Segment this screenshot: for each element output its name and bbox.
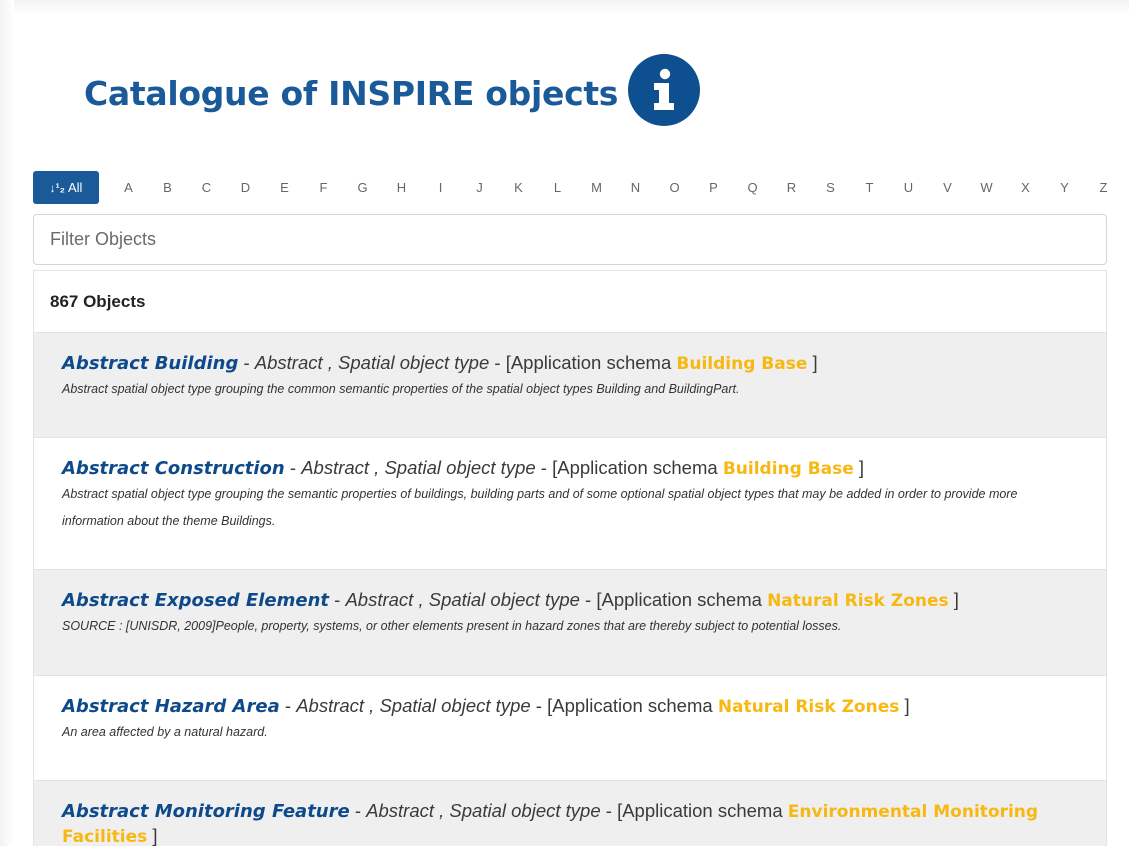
item-heading: Abstract Exposed Element - Abstract , Sp… <box>62 588 1078 613</box>
info-glyph <box>654 68 675 110</box>
item-schema-close: ] <box>899 695 910 716</box>
letter-t[interactable]: T <box>850 180 889 195</box>
results-count: 867 Objects <box>34 271 1106 333</box>
header: Catalogue of INSPIRE objects <box>84 50 701 130</box>
letter-q[interactable]: Q <box>733 180 772 195</box>
results-list: 867 Objects Abstract Building - Abstract… <box>33 270 1107 846</box>
sort-icon: ↓¹₂ <box>49 180 65 195</box>
item-schema-name[interactable]: Natural Risk Zones <box>767 591 949 611</box>
letter-p[interactable]: P <box>694 180 733 195</box>
item-separator: - <box>284 457 302 478</box>
item-schema-prefix: - [Application schema <box>535 457 723 478</box>
item-name-link[interactable]: Abstract Exposed Element <box>62 590 329 611</box>
item-schema-name[interactable]: Building Base <box>723 459 854 479</box>
filter-objects-input[interactable] <box>33 214 1107 265</box>
item-schema-prefix: - [Application schema <box>600 800 788 821</box>
item-separator: - <box>329 589 346 610</box>
item-separator: - <box>238 352 255 373</box>
letter-x[interactable]: X <box>1006 180 1045 195</box>
letter-list: ABCDEFGHIJKLMNOPQRSTUVWXYZ <box>109 180 1123 195</box>
letter-f[interactable]: F <box>304 180 343 195</box>
letter-a[interactable]: A <box>109 180 148 195</box>
item-type: Abstract , Spatial object type <box>296 695 531 716</box>
filter-container <box>33 214 1107 265</box>
item-schema-name[interactable]: Natural Risk Zones <box>718 697 900 717</box>
item-type: Abstract , Spatial object type <box>366 800 601 821</box>
item-description: SOURCE : [UNISDR, 2009]People, property,… <box>62 619 842 633</box>
top-shadow <box>0 0 1129 14</box>
letter-w[interactable]: W <box>967 180 1006 195</box>
letter-l[interactable]: L <box>538 180 577 195</box>
item-schema-name[interactable]: Building Base <box>676 354 807 374</box>
list-item: Abstract Construction - Abstract , Spati… <box>34 438 1106 570</box>
letter-h[interactable]: H <box>382 180 421 195</box>
letter-m[interactable]: M <box>577 180 616 195</box>
item-schema-close: ] <box>807 352 818 373</box>
item-type: Abstract , Spatial object type <box>345 589 580 610</box>
item-heading: Abstract Building - Abstract , Spatial o… <box>62 351 1078 376</box>
letter-b[interactable]: B <box>148 180 187 195</box>
left-shadow <box>0 0 14 846</box>
item-schema-prefix: - [Application schema <box>489 352 677 373</box>
list-item: Abstract Exposed Element - Abstract , Sp… <box>34 570 1106 676</box>
item-name-link[interactable]: Abstract Monitoring Feature <box>62 801 350 822</box>
results-items: Abstract Building - Abstract , Spatial o… <box>34 333 1106 846</box>
item-heading: Abstract Construction - Abstract , Spati… <box>62 456 1078 481</box>
letter-j[interactable]: J <box>460 180 499 195</box>
letter-s[interactable]: S <box>811 180 850 195</box>
item-name-link[interactable]: Abstract Building <box>62 353 238 374</box>
all-letters-button[interactable]: ↓¹₂ All <box>33 171 99 204</box>
item-description: Abstract spatial object type grouping th… <box>62 382 740 396</box>
item-heading: Abstract Monitoring Feature - Abstract ,… <box>62 799 1078 846</box>
item-description: An area affected by a natural hazard. <box>62 725 268 739</box>
letter-i[interactable]: I <box>421 180 460 195</box>
list-item: Abstract Monitoring Feature - Abstract ,… <box>34 781 1106 846</box>
all-label: All <box>67 180 83 195</box>
item-schema-prefix: - [Application schema <box>530 695 718 716</box>
letter-r[interactable]: R <box>772 180 811 195</box>
letter-k[interactable]: K <box>499 180 538 195</box>
letter-z[interactable]: Z <box>1084 180 1123 195</box>
item-separator: - <box>349 800 367 821</box>
info-icon[interactable] <box>628 54 701 126</box>
letter-y[interactable]: Y <box>1045 180 1084 195</box>
page: Catalogue of INSPIRE objects ↓¹₂ All ABC… <box>0 0 1129 846</box>
list-item: Abstract Building - Abstract , Spatial o… <box>34 333 1106 438</box>
item-heading: Abstract Hazard Area - Abstract , Spatia… <box>62 694 1078 719</box>
letter-v[interactable]: V <box>928 180 967 195</box>
item-type: Abstract , Spatial object type <box>301 457 536 478</box>
item-schema-close: ] <box>948 589 959 610</box>
alphabet-filter: ↓¹₂ All ABCDEFGHIJKLMNOPQRSTUVWXYZ <box>33 171 1123 204</box>
item-name-link[interactable]: Abstract Hazard Area <box>62 696 280 717</box>
item-description: Abstract spatial object type grouping th… <box>62 487 1018 528</box>
page-title: Catalogue of INSPIRE objects <box>84 73 619 113</box>
list-item: Abstract Hazard Area - Abstract , Spatia… <box>34 676 1106 781</box>
item-schema-prefix: - [Application schema <box>579 589 768 610</box>
item-schema-close: ] <box>853 457 865 478</box>
letter-g[interactable]: G <box>343 180 382 195</box>
item-separator: - <box>279 695 297 716</box>
letter-c[interactable]: C <box>187 180 226 195</box>
item-type: Abstract , Spatial object type <box>254 352 490 373</box>
letter-e[interactable]: E <box>265 180 304 195</box>
letter-u[interactable]: U <box>889 180 928 195</box>
letter-n[interactable]: N <box>616 180 655 195</box>
item-name-link[interactable]: Abstract Construction <box>62 458 285 479</box>
item-schema-close: ] <box>147 825 158 846</box>
letter-o[interactable]: O <box>655 180 694 195</box>
letter-d[interactable]: D <box>226 180 265 195</box>
